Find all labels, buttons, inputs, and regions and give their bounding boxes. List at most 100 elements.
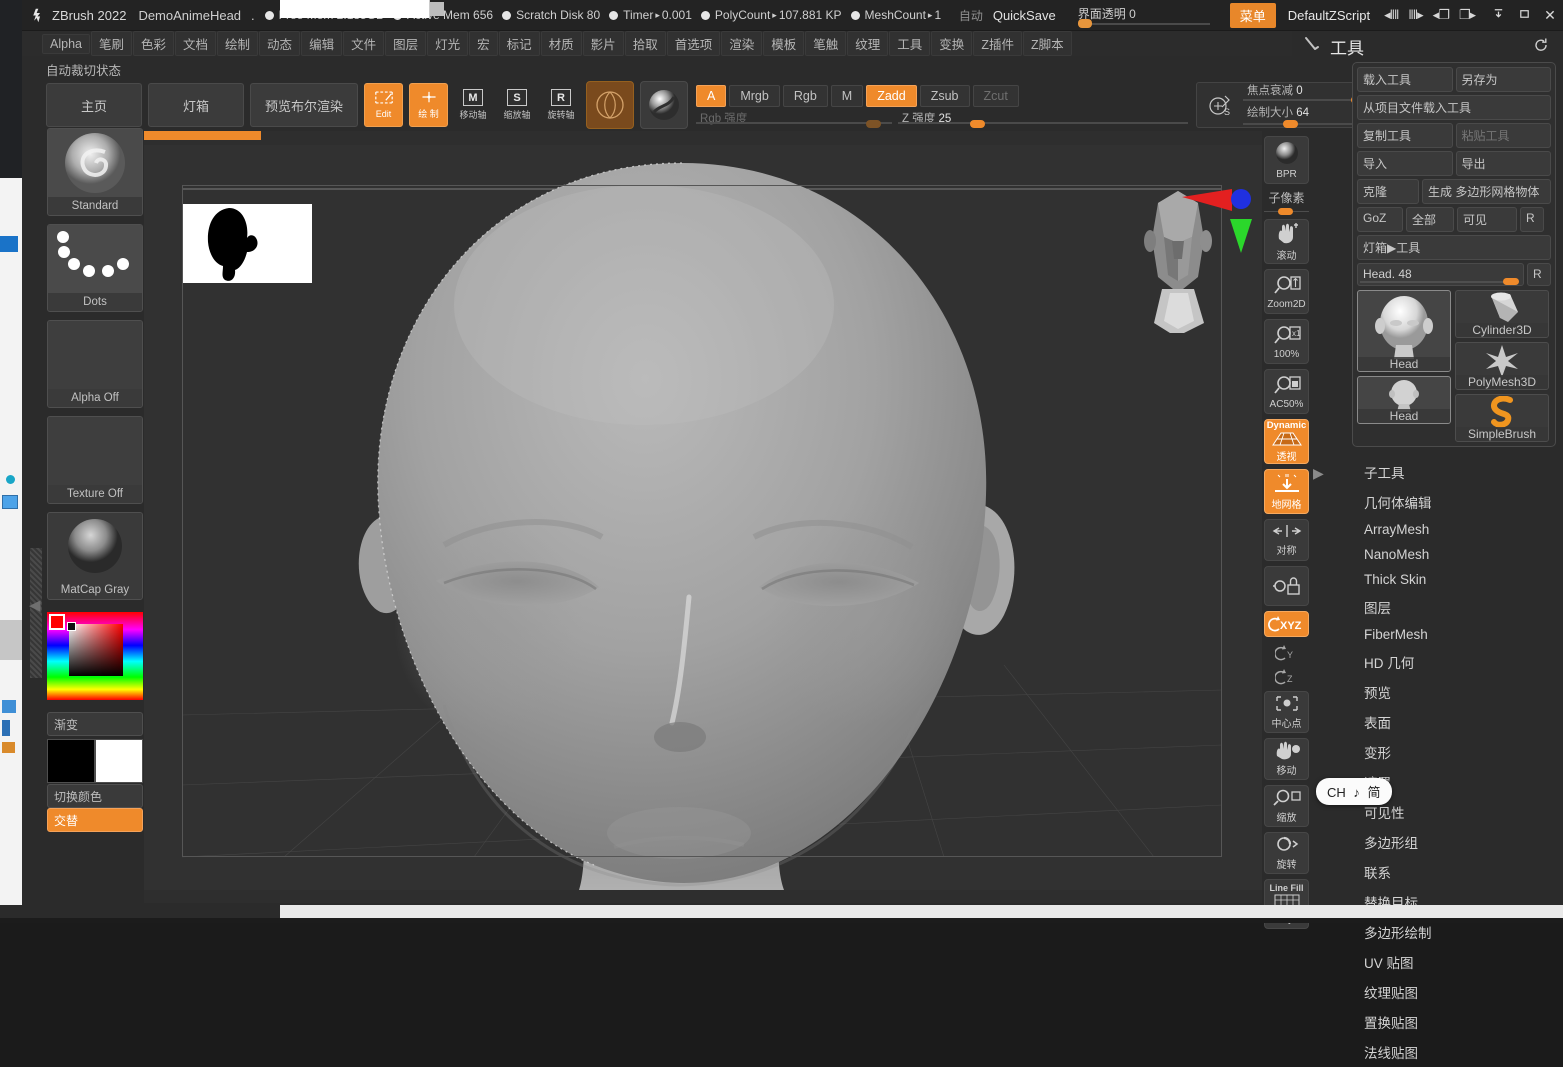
section-arraymesh[interactable]: ArrayMesh: [1352, 517, 1556, 542]
copy-tool-button[interactable]: 复制工具: [1357, 123, 1453, 148]
center-button[interactable]: 中心点: [1264, 691, 1309, 733]
export-button[interactable]: 导出: [1455, 151, 1551, 176]
section-contact[interactable]: 联系: [1352, 857, 1556, 887]
channel-zcut-button[interactable]: Zcut: [972, 85, 1019, 107]
menu-material[interactable]: 材质: [540, 31, 582, 56]
alpha-swatch[interactable]: Alpha Off: [47, 320, 143, 408]
tool-thumb-cylinder3d[interactable]: Cylinder3D: [1455, 290, 1549, 338]
menu-preferences[interactable]: 首选项: [666, 31, 721, 56]
tool-thumb-head-small[interactable]: Head: [1357, 376, 1451, 424]
item-r-button[interactable]: R: [1527, 263, 1551, 286]
tool-thumb-polymesh3d[interactable]: PolyMesh3D: [1455, 342, 1549, 390]
sv-cursor[interactable]: [67, 622, 76, 631]
menu-stroke[interactable]: 笔触: [805, 31, 847, 56]
menu-dynamics[interactable]: 动态: [259, 31, 301, 56]
current-item-slider[interactable]: Head. 48: [1357, 263, 1524, 286]
menu-edit[interactable]: 编辑: [301, 31, 343, 56]
menu-picker[interactable]: 拾取: [624, 31, 666, 56]
brush-swatch[interactable]: Standard: [47, 128, 143, 216]
ime-indicator-popup[interactable]: CH ♪ 简: [1316, 778, 1392, 805]
z-intensity-slider[interactable]: Z 强度 25: [898, 111, 1189, 128]
rgb-intensity-knob[interactable]: [866, 120, 882, 128]
rail-collapse-arrow-icon[interactable]: ▶: [1313, 465, 1324, 482]
rotate-z-button[interactable]: Z: [1264, 666, 1309, 688]
save-as-button[interactable]: 另存为: [1455, 67, 1551, 92]
z-intensity-track[interactable]: [898, 122, 1189, 124]
scale-axis-button[interactable]: S 缩放轴: [498, 83, 536, 127]
reset-icon[interactable]: [1533, 37, 1549, 56]
home-button[interactable]: 主页: [46, 83, 142, 127]
section-normal-map[interactable]: 法线贴图: [1352, 1037, 1556, 1067]
section-surface[interactable]: 表面: [1352, 707, 1556, 737]
menu-brush[interactable]: 笔刷: [90, 31, 132, 56]
transparency-track[interactable]: [1077, 19, 1210, 28]
zoom2d-button[interactable]: Zoom2D: [1264, 269, 1309, 314]
edit-button[interactable]: Edit: [364, 83, 404, 127]
menu-texture[interactable]: 纹理: [847, 31, 889, 56]
draw-size-knob[interactable]: [1283, 120, 1299, 128]
menu-document[interactable]: 文档: [175, 31, 217, 56]
lock-camera-button[interactable]: [1264, 566, 1309, 606]
menu-marker[interactable]: 标记: [498, 31, 540, 56]
channel-a-button[interactable]: A: [696, 85, 727, 107]
menu-render[interactable]: 渲染: [721, 31, 763, 56]
section-preview[interactable]: 预览: [1352, 677, 1556, 707]
draw-button[interactable]: 绘 制: [409, 83, 449, 127]
canvas-area[interactable]: [144, 131, 1262, 923]
rgb-intensity-slider[interactable]: Rgb 强度: [696, 111, 893, 128]
menu-movie[interactable]: 影片: [582, 31, 624, 56]
rotate-y-button[interactable]: Y: [1264, 642, 1309, 664]
preview-boolean-button[interactable]: 预览布尔渲染: [250, 83, 359, 127]
bpr-button[interactable]: BPR: [1264, 136, 1309, 184]
menu-tool[interactable]: 工具: [889, 31, 931, 56]
brush-size-icon[interactable]: S: [1203, 88, 1237, 122]
nav-prev-icon[interactable]: ◂❐: [1433, 7, 1450, 23]
zscript-label[interactable]: DefaultZScript: [1288, 8, 1370, 23]
scroll-button[interactable]: 滚动: [1264, 219, 1309, 264]
section-nanomesh[interactable]: NanoMesh: [1352, 542, 1556, 567]
load-tool-button[interactable]: 载入工具: [1357, 67, 1453, 92]
switch-color-button[interactable]: 切换颜色: [47, 784, 143, 808]
perspective-button[interactable]: Dynamic 透视: [1264, 419, 1309, 464]
section-geometry[interactable]: 几何体编辑: [1352, 487, 1556, 517]
goz-visible-button[interactable]: 可见: [1457, 207, 1517, 232]
z-intensity-knob[interactable]: [970, 120, 986, 128]
section-hd-geometry[interactable]: HD 几何: [1352, 647, 1556, 677]
paste-tool-button[interactable]: 粘贴工具: [1455, 123, 1551, 148]
menu-stencil[interactable]: 模板: [763, 31, 805, 56]
alternate-button[interactable]: 交替: [47, 808, 143, 832]
transparency-knob[interactable]: [1077, 19, 1092, 28]
minimize-button[interactable]: [1485, 7, 1511, 23]
scale-button[interactable]: 缩放: [1264, 785, 1309, 827]
head-silhouette-thumbnail[interactable]: [183, 204, 312, 283]
section-deformation[interactable]: 变形: [1352, 737, 1556, 767]
section-texture-map[interactable]: 纹理贴图: [1352, 977, 1556, 1007]
subpixel-slider[interactable]: 子像素: [1264, 189, 1309, 215]
channel-mrgb-button[interactable]: Mrgb: [729, 85, 780, 107]
move-button[interactable]: 移动: [1264, 738, 1309, 780]
make-polymesh3d-button[interactable]: 生成 多边形网格物体: [1422, 179, 1551, 204]
menu-macro[interactable]: 宏: [469, 31, 498, 56]
tool-thumb-head-large[interactable]: Head: [1357, 290, 1451, 372]
tool-thumb-simplebrush[interactable]: SimpleBrush: [1455, 394, 1549, 442]
current-item-knob[interactable]: [1503, 278, 1519, 285]
load-tool-from-project-button[interactable]: 从项目文件载入工具: [1357, 95, 1551, 120]
section-thick-skin[interactable]: Thick Skin: [1352, 567, 1556, 592]
menu-draw[interactable]: 绘制: [217, 31, 259, 56]
ac50-button[interactable]: AC50%: [1264, 369, 1309, 414]
left-collapse-arrow-icon[interactable]: ◀: [29, 596, 41, 614]
menu-transform[interactable]: 变换: [931, 31, 973, 56]
taskbar-square-icon[interactable]: [430, 2, 444, 16]
color-picker[interactable]: [47, 612, 143, 700]
menu-zscript[interactable]: Z脚本: [1022, 31, 1072, 56]
channel-zadd-button[interactable]: Zadd: [866, 85, 917, 107]
goz-r-button[interactable]: R: [1520, 207, 1544, 232]
texture-swatch[interactable]: Texture Off: [47, 416, 143, 504]
menu-light[interactable]: 灯光: [427, 31, 469, 56]
section-displacement-map[interactable]: 置换贴图: [1352, 1007, 1556, 1037]
rotate-button[interactable]: 旋转: [1264, 832, 1309, 874]
menu-button[interactable]: 菜单: [1229, 2, 1276, 28]
channel-m-button[interactable]: M: [830, 85, 864, 107]
section-polygroups[interactable]: 多边形组: [1352, 827, 1556, 857]
interface-transparency-slider[interactable]: 界面透明 0: [1077, 5, 1210, 28]
